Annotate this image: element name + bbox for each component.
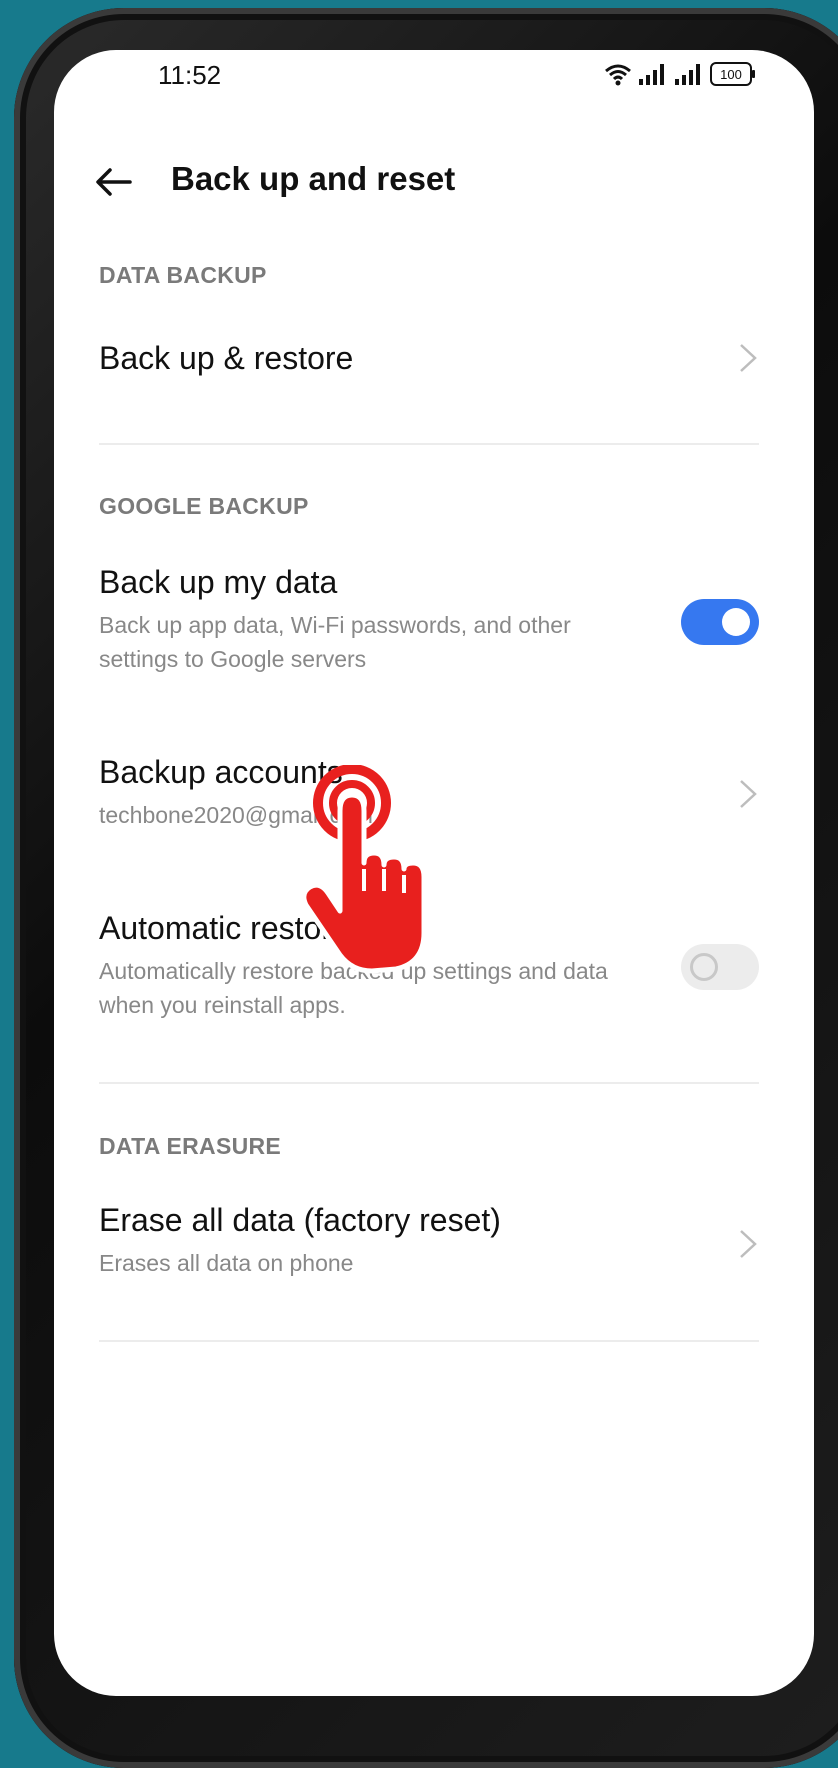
section-header-data-backup: DATA BACKUP — [99, 262, 267, 288]
automatic-restore-toggle[interactable] — [681, 944, 759, 990]
backup-my-data-item[interactable]: Back up my data Back up app data, Wi-Fi … — [99, 562, 759, 682]
backup-my-data-subtitle: Back up app data, Wi-Fi passwords, and o… — [99, 612, 571, 672]
wifi-icon — [605, 64, 631, 86]
section-header-google-backup: GOOGLE BACKUP — [99, 493, 309, 519]
page-title: Back up and reset — [171, 160, 456, 197]
backup-restore-item[interactable]: Back up & restore — [99, 338, 759, 386]
erase-all-data-title: Erase all data (factory reset) — [99, 1202, 501, 1238]
app-header: Back up and reset — [54, 150, 814, 230]
back-arrow-icon[interactable] — [92, 160, 136, 204]
divider — [99, 1340, 759, 1342]
battery-level: 100 — [720, 66, 742, 82]
toggle-knob — [690, 953, 718, 981]
status-bar: 11:52 100 — [54, 50, 814, 130]
chevron-right-icon — [740, 344, 757, 372]
erase-all-data-item[interactable]: Erase all data (factory reset) Erases al… — [99, 1200, 759, 1290]
backup-restore-title: Back up & restore — [99, 340, 354, 376]
phone-screen: 11:52 100 Back up and reset DATA BACKUP … — [54, 50, 814, 1696]
erase-all-data-subtitle: Erases all data on phone — [99, 1250, 354, 1276]
signal-icon — [639, 64, 664, 85]
signal-icon — [675, 64, 700, 85]
divider — [99, 443, 759, 445]
status-icons: 100 — [604, 62, 755, 86]
tap-hand-icon — [301, 765, 427, 974]
battery-icon: 100 — [710, 62, 755, 86]
status-time: 11:52 — [158, 60, 222, 90]
backup-my-data-title: Back up my data — [99, 564, 338, 600]
backup-my-data-toggle[interactable] — [681, 599, 759, 645]
chevron-right-icon — [740, 1230, 757, 1258]
section-header-data-erasure: DATA ERASURE — [99, 1133, 282, 1159]
divider — [99, 1082, 759, 1084]
toggle-knob — [722, 608, 750, 636]
chevron-right-icon — [740, 780, 757, 808]
